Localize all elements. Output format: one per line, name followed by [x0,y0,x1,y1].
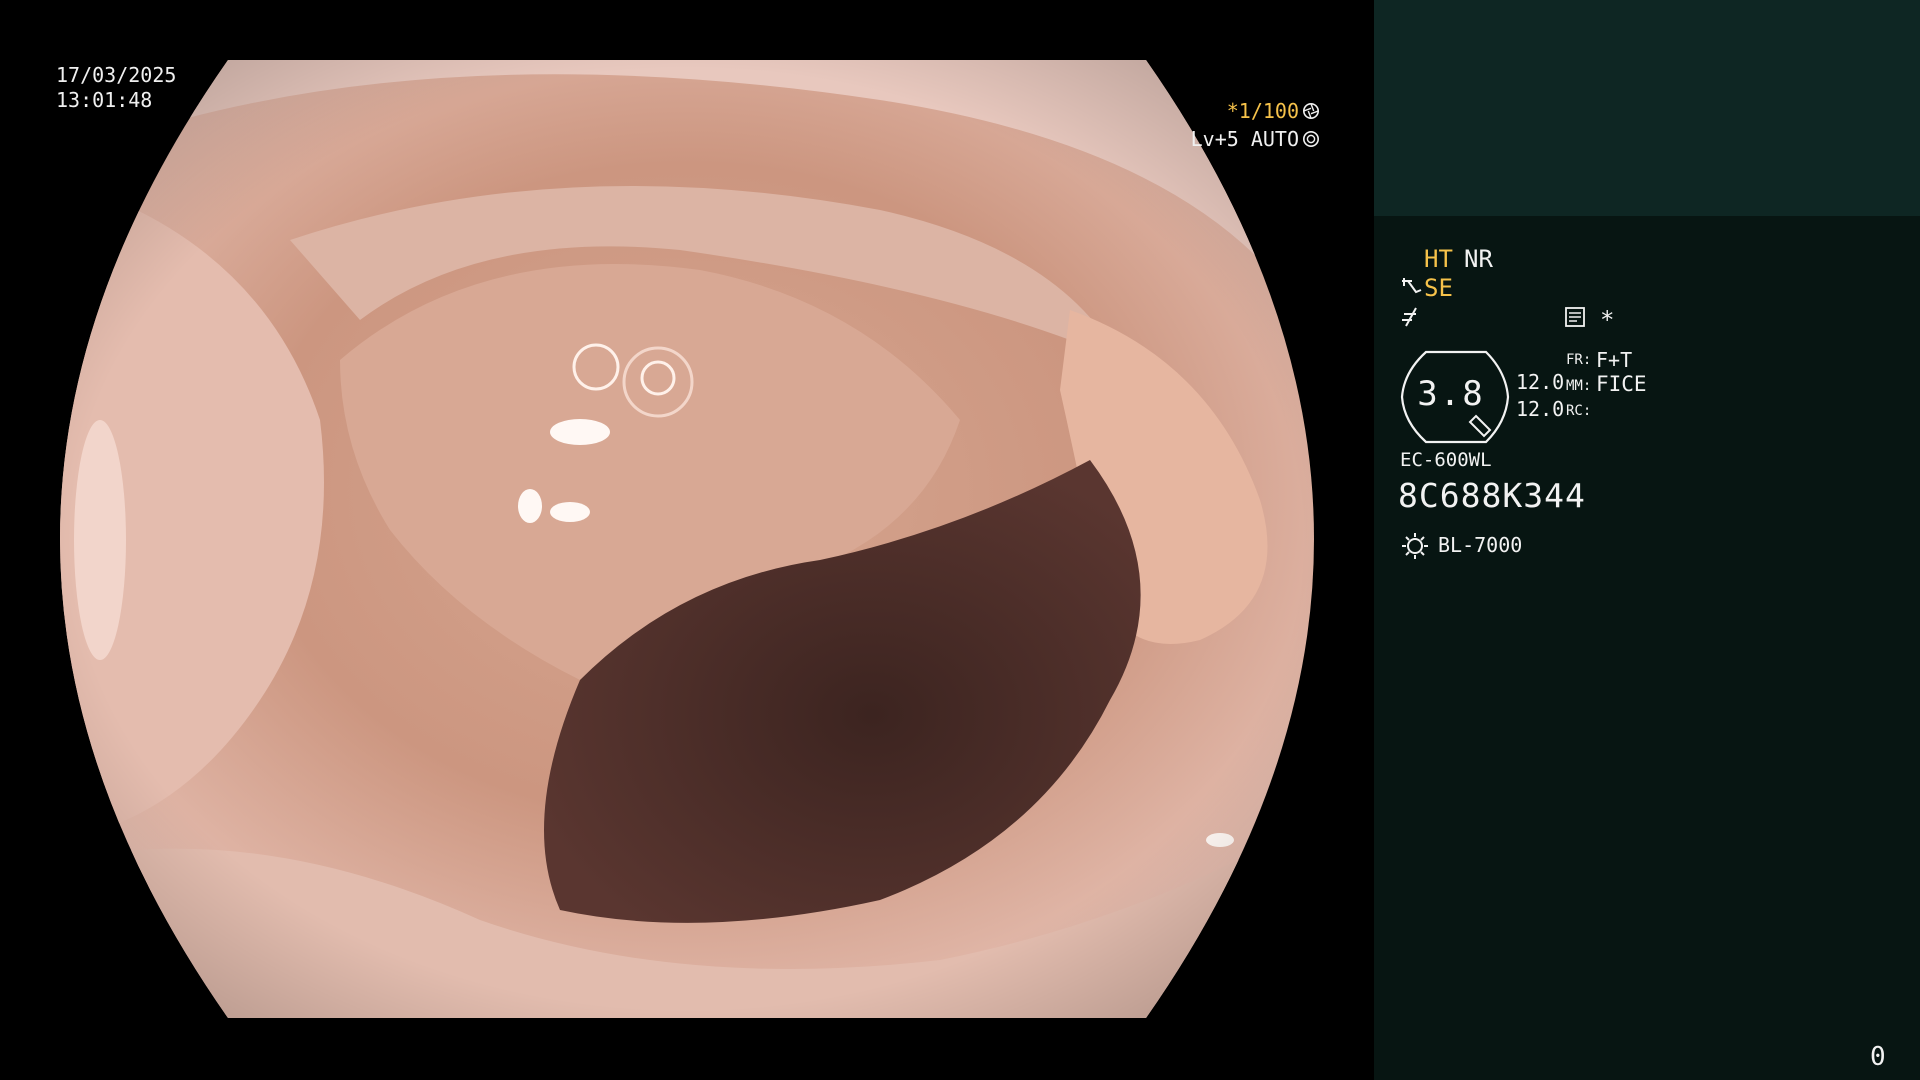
mm-label: MM: [1566,378,1592,394]
light-source-icon [1402,533,1428,559]
date-text: 17/03/2025 [56,63,177,87]
light-source-model: BL-7000 [1438,533,1523,557]
memo-icon [1565,307,1585,327]
freeze-icon [1402,307,1417,327]
iris-level-text: Lv+5 [1190,127,1239,151]
aperture-icon [1302,102,1320,120]
shutter-speed-text: *1/100 [1226,99,1299,123]
scope-serial-number: 8C688K344 [1398,476,1586,515]
scope-enhance-icon [1402,278,1422,294]
patient-info-box [1374,0,1920,216]
iris-readout: Lv+5 AUTO [1191,125,1320,153]
fr-label: FR: [1566,352,1592,368]
mm-value: FICE [1596,372,1647,396]
date-time-overlay: 17/03/2025 13:01:48 [56,63,176,113]
scope-model: EC-600WL [1400,449,1492,471]
shutter-readout: *1/100 [1227,97,1320,125]
zoom-value: 3.8 [1417,374,1485,414]
iris-icon [1302,130,1320,148]
info-panel: HT NR SE * 3.8 12.0 12.0 FR: F+T MM: FIC… [1374,0,1920,1080]
iris-mode-text: AUTO [1250,127,1299,151]
nr-label: NR [1464,245,1493,273]
endoscopic-image [60,60,1314,1018]
enhance-value-bottom: 12.0 [1516,397,1565,421]
fr-value: F+T [1596,348,1633,372]
endoscope-view: 17/03/2025 13:01:48 *1/100 Lv+5 AUTO [0,0,1374,1080]
time-text: 13:01:48 [56,88,153,112]
frame-counter: 0 [1870,1042,1886,1072]
ht-label: HT [1424,245,1453,273]
se-label: SE [1424,274,1453,302]
endoscopy-screen: 17/03/2025 13:01:48 *1/100 Lv+5 AUTO HT … [0,0,1920,1080]
rc-label: RC: [1566,403,1592,419]
asterisk-indicator: * [1600,306,1615,334]
enhance-value-top: 12.0 [1516,370,1565,394]
